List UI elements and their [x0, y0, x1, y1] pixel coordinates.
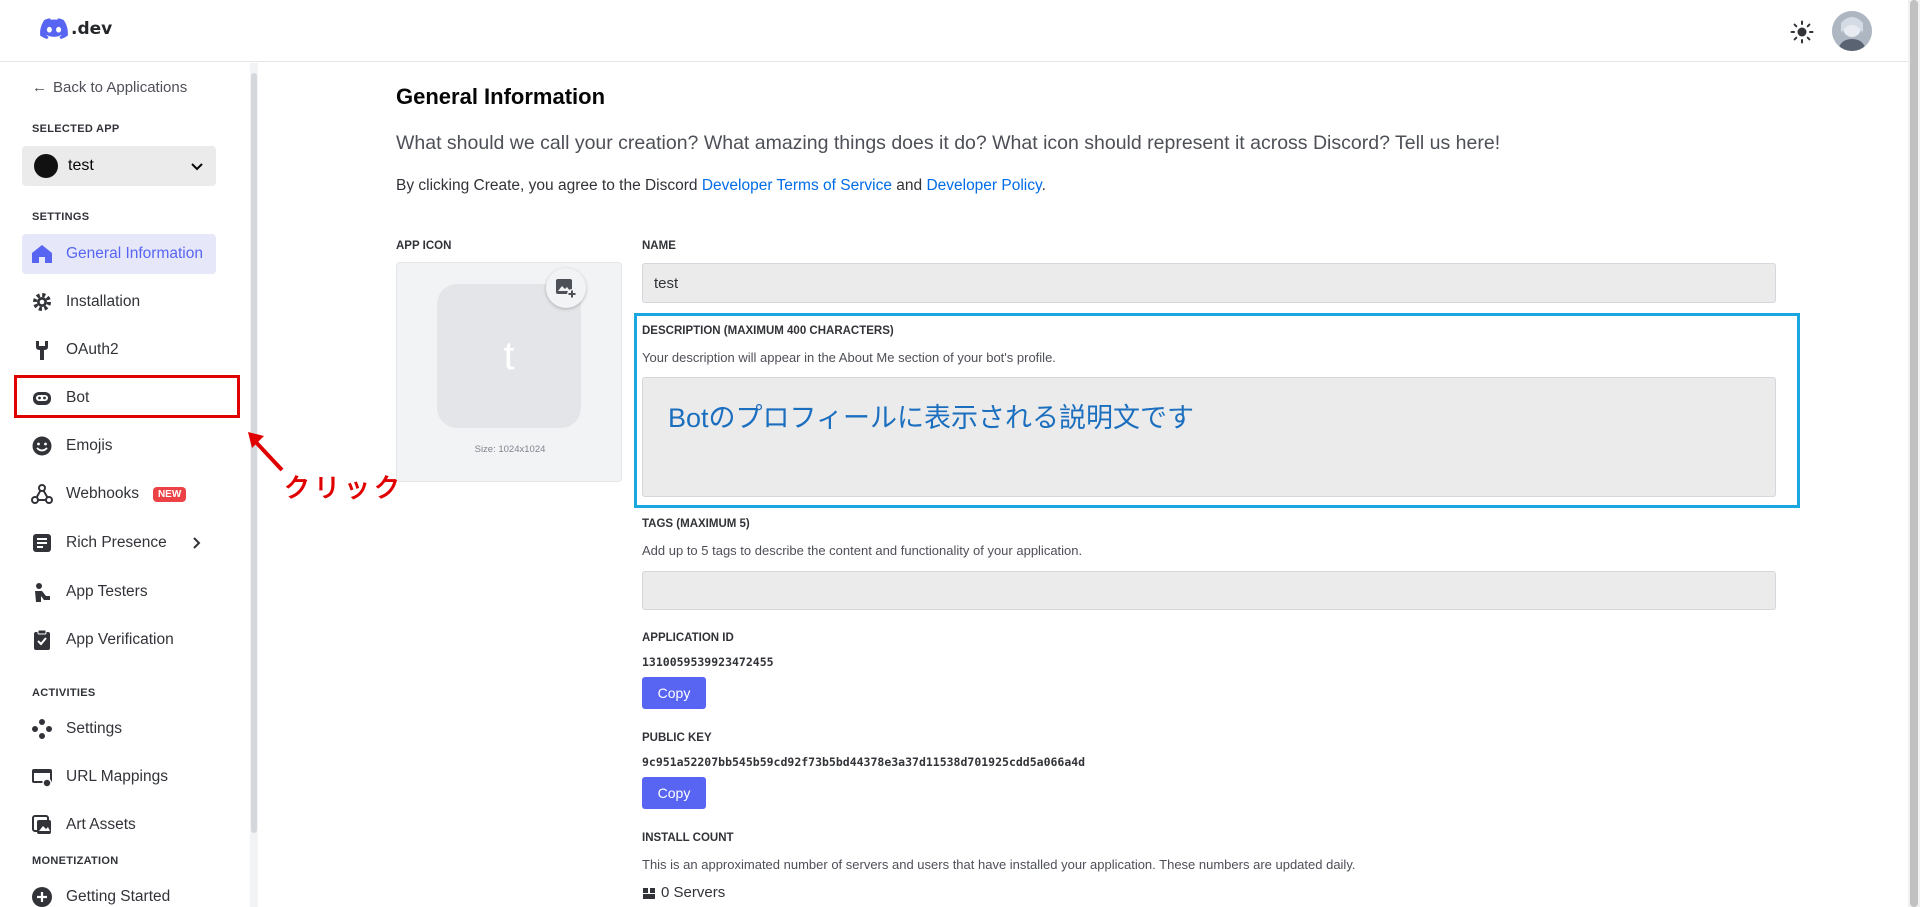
app-icon-card[interactable]: t Size: 1024x1024 — [396, 262, 622, 482]
install-count-help: This is an approximated number of server… — [642, 857, 1356, 872]
sidebar-item-label: Webhooks — [66, 485, 139, 502]
terms-suffix: . — [1041, 177, 1046, 194]
description-help: Your description will appear in the Abou… — [642, 350, 1056, 365]
developer-policy-link[interactable]: Developer Policy — [926, 177, 1041, 194]
gamepad-icon — [30, 717, 54, 741]
sidebar-item-getting-started[interactable]: Getting Started — [22, 877, 216, 907]
sun-icon — [1790, 20, 1814, 44]
application-id-value: 1310059539923472455 — [642, 655, 774, 669]
sidebar-item-label: Settings — [66, 720, 123, 737]
copy-public-key-button[interactable]: Copy — [642, 777, 706, 809]
discord-dev-logo[interactable]: .dev — [40, 18, 112, 40]
image-icon — [30, 813, 54, 837]
home-icon — [30, 242, 54, 266]
sidebar-item-app-testers[interactable]: App Testers — [22, 572, 216, 612]
name-input[interactable]: test — [642, 263, 1776, 303]
sidebar-item-emojis[interactable]: Emojis — [22, 426, 216, 466]
sidebar-item-oauth2[interactable]: OAuth2 — [22, 330, 216, 370]
image-add-icon — [556, 279, 577, 299]
sidebar-item-label: General Information — [66, 245, 203, 262]
sidebar-item-rich-presence[interactable]: Rich Presence — [22, 523, 216, 563]
sidebar-item-label: Art Assets — [66, 816, 136, 833]
description-label: DESCRIPTION (MAXIMUM 400 CHARACTERS) — [642, 325, 894, 337]
url-icon — [30, 765, 54, 789]
servers-count-value: 0 Servers — [661, 884, 726, 901]
public-key-value: 9c951a52207bb545b59cd92f73b5bd44378e3a37… — [642, 755, 1086, 769]
terms-and: and — [891, 177, 927, 194]
name-input-value: test — [654, 274, 679, 292]
sidebar-item-label: App Verification — [66, 631, 174, 648]
selected-app-heading: SELECTED APP — [32, 123, 120, 135]
app-selector[interactable]: test — [22, 146, 216, 186]
copy-application-id-button[interactable]: Copy — [642, 677, 706, 709]
discord-logo-icon — [40, 18, 68, 40]
tags-help: Add up to 5 tags to describe the content… — [642, 543, 1083, 558]
sidebar-item-label: Rich Presence — [66, 534, 167, 551]
sidebar-item-label: URL Mappings — [66, 768, 168, 785]
sidebar-item-general-information[interactable]: General Information — [22, 234, 216, 274]
sidebar-scrollbar[interactable] — [250, 63, 258, 907]
upload-icon-button[interactable] — [546, 268, 586, 308]
plus-circle-icon — [30, 885, 54, 907]
user-avatar[interactable] — [1832, 11, 1872, 51]
annotation-arrow-icon — [248, 432, 284, 472]
page-scrollbar[interactable] — [1908, 0, 1920, 907]
name-label: NAME — [642, 240, 676, 252]
tags-input[interactable] — [642, 571, 1776, 610]
sidebar: ← Back to Applications SELECTED APP test… — [0, 63, 258, 907]
servers-count: 0 Servers — [642, 884, 725, 901]
emoji-icon — [30, 434, 54, 458]
sidebar-item-label: Emojis — [66, 437, 113, 454]
wrench-icon — [30, 338, 54, 362]
sidebar-item-label: Installation — [66, 293, 141, 310]
terms-prefix: By clicking Create, you agree to the Dis… — [396, 177, 702, 194]
top-bar: .dev — [0, 0, 1920, 62]
server-icon — [643, 887, 655, 899]
activities-heading: ACTIVITIES — [32, 687, 96, 699]
clipboard-check-icon — [30, 628, 54, 652]
tester-icon — [30, 580, 54, 604]
public-key-label: PUBLIC KEY — [642, 732, 712, 744]
arrow-left-icon: ← — [32, 79, 47, 96]
sidebar-item-app-verification[interactable]: App Verification — [22, 620, 216, 660]
install-count-label: INSTALL COUNT — [642, 832, 734, 844]
new-badge: NEW — [152, 486, 187, 502]
app-avatar — [34, 154, 58, 178]
chevron-down-icon — [191, 163, 203, 171]
tags-label: TAGS (MAXIMUM 5) — [642, 518, 750, 530]
sidebar-item-label: App Testers — [66, 583, 148, 600]
webhook-icon — [30, 482, 54, 506]
sidebar-item-label: OAuth2 — [66, 341, 119, 358]
avatar-image-icon — [1832, 11, 1872, 51]
back-to-applications-link[interactable]: ← Back to Applications — [32, 79, 187, 96]
terms-notice: By clicking Create, you agree to the Dis… — [396, 177, 1046, 195]
page-scrollbar-thumb[interactable] — [1910, 0, 1918, 907]
page-title: General Information — [396, 84, 606, 109]
page-subtitle: What should we call your creation? What … — [396, 132, 1501, 154]
back-link-label: Back to Applications — [53, 79, 188, 96]
bot-highlight-box — [14, 375, 240, 418]
sidebar-item-art-assets[interactable]: Art Assets — [22, 805, 216, 845]
sidebar-item-webhooks[interactable]: Webhooks NEW — [22, 474, 216, 514]
sidebar-item-label: Getting Started — [66, 888, 171, 905]
logo-text: .dev — [71, 19, 113, 39]
monetization-heading: MONETIZATION — [32, 855, 119, 867]
theme-toggle-button[interactable] — [1788, 18, 1816, 46]
gear-icon — [30, 290, 54, 314]
app-icon-label: APP ICON — [396, 240, 452, 252]
developer-terms-link[interactable]: Developer Terms of Service — [702, 177, 892, 194]
app-icon-size-hint: Size: 1024x1024 — [474, 444, 546, 455]
app-icon-letter: t — [503, 333, 515, 378]
settings-heading: SETTINGS — [32, 211, 90, 223]
list-icon — [30, 531, 54, 555]
sidebar-item-installation[interactable]: Installation — [22, 282, 216, 322]
description-value: Botのプロフィールに表示される説明文です — [668, 403, 1194, 433]
app-selector-name: test — [68, 157, 94, 174]
description-textarea[interactable]: Botのプロフィールに表示される説明文です — [642, 377, 1776, 497]
annotation-click-text: クリック — [284, 474, 405, 504]
sidebar-item-url-mappings[interactable]: URL Mappings — [22, 757, 216, 797]
sidebar-item-activity-settings[interactable]: Settings — [22, 709, 216, 749]
chevron-right-icon — [193, 537, 201, 549]
application-id-label: APPLICATION ID — [642, 632, 734, 644]
